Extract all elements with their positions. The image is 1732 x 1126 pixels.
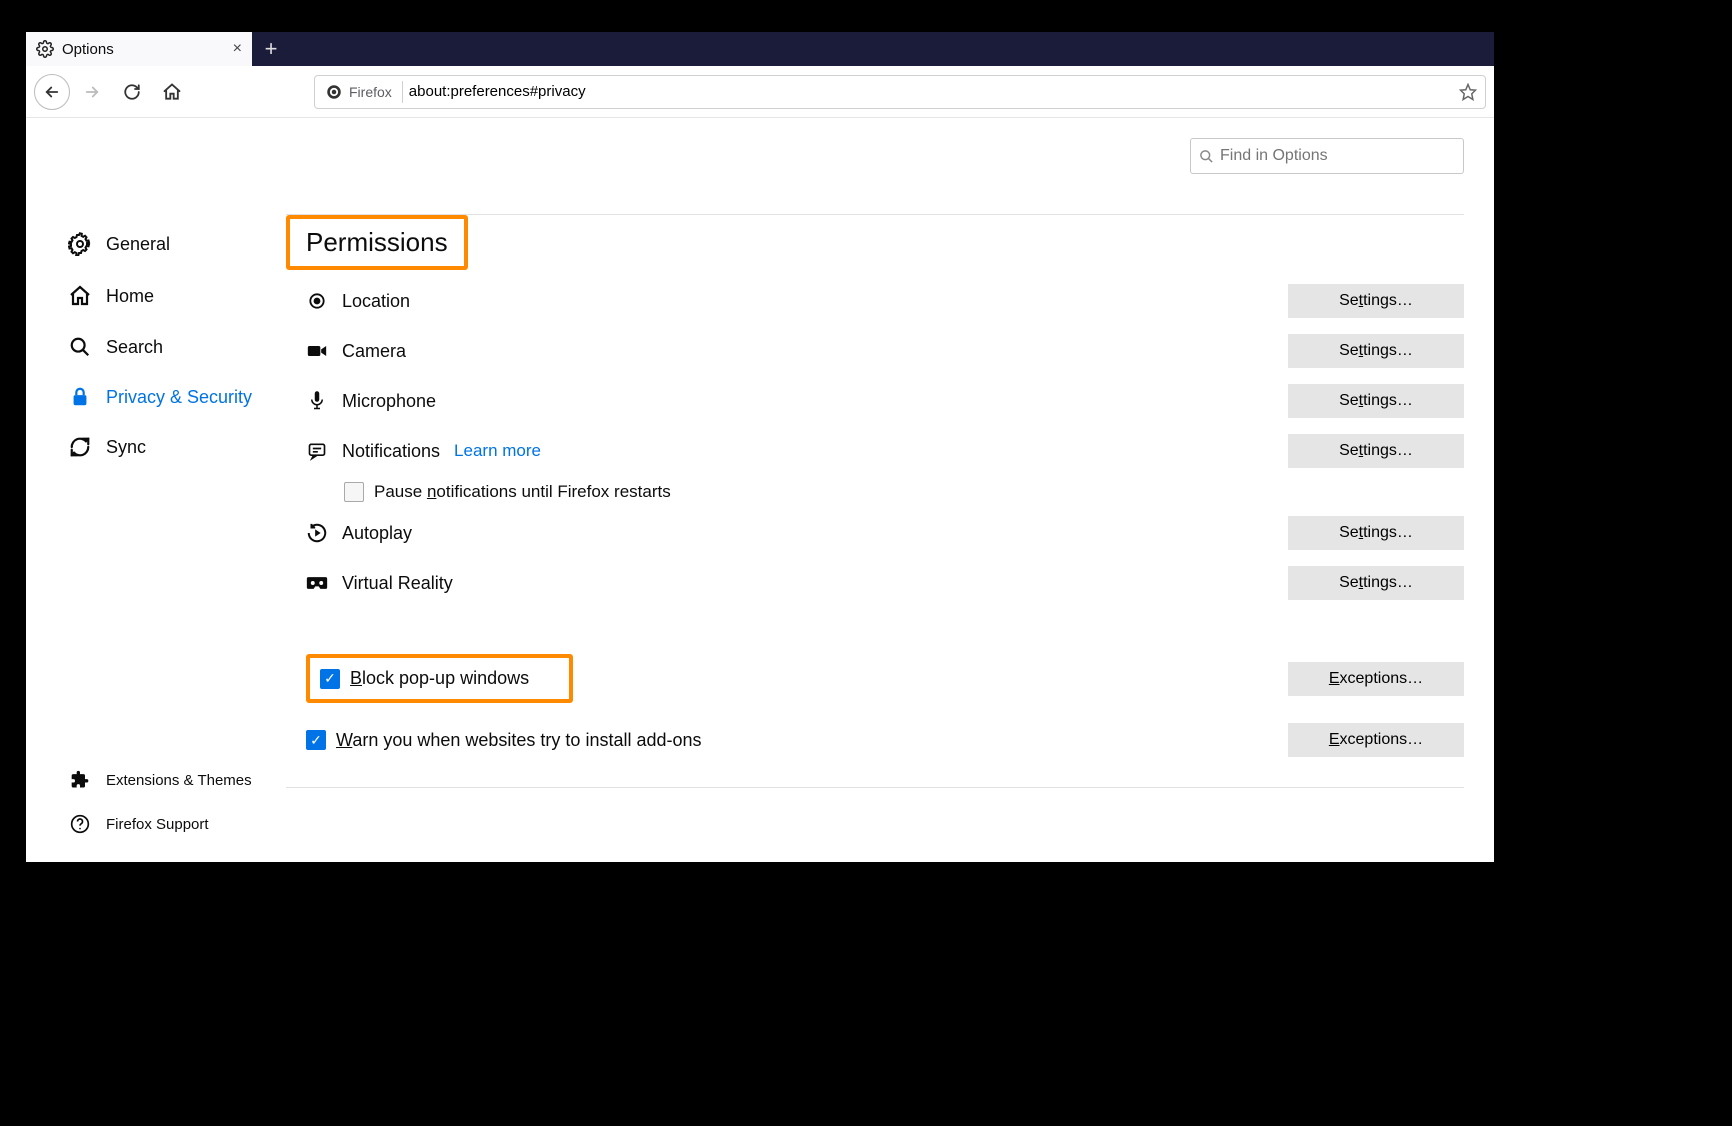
tab-options[interactable]: Options ×	[26, 32, 252, 66]
camera-icon	[306, 343, 328, 359]
category-general-label: General	[106, 234, 170, 255]
block-popups-row: ✓ Block pop-up windows Exceptions…	[286, 654, 1482, 703]
block-popups-checkbox[interactable]: ✓	[320, 669, 340, 689]
sync-icon	[68, 436, 92, 458]
notifications-icon	[306, 441, 328, 461]
gear-icon	[68, 232, 92, 256]
perm-vr-label: Virtual Reality	[342, 573, 453, 594]
identity-box[interactable]: Firefox	[323, 81, 403, 103]
category-home[interactable]: Home	[26, 270, 286, 322]
vr-settings-button[interactable]: Settings…	[1288, 566, 1464, 600]
location-settings-button[interactable]: Settings…	[1288, 284, 1464, 318]
search-icon	[1199, 149, 1214, 164]
perm-microphone-label: Microphone	[342, 391, 436, 412]
nav-toolbar: Firefox about:preferences#privacy	[26, 66, 1494, 118]
url-text: about:preferences#privacy	[409, 83, 1453, 100]
warn-addons-row: ✓ Warn you when websites try to install …	[286, 715, 1482, 757]
microphone-settings-button[interactable]: Settings…	[1288, 384, 1464, 418]
new-tab-button[interactable]: +	[252, 32, 290, 66]
category-search-label: Search	[106, 337, 163, 358]
microphone-icon	[306, 390, 328, 412]
perm-autoplay-label: Autoplay	[342, 523, 412, 544]
location-icon	[306, 291, 328, 311]
search-icon	[68, 336, 92, 358]
pause-notifications-row: Pause notifications until Firefox restar…	[286, 482, 1482, 502]
category-home-label: Home	[106, 286, 154, 307]
block-popups-highlight: ✓ Block pop-up windows	[306, 654, 573, 703]
notifications-learn-more-link[interactable]: Learn more	[454, 441, 541, 461]
vr-icon	[306, 575, 328, 591]
permissions-heading-highlight: Permissions	[286, 215, 468, 270]
category-sync-label: Sync	[106, 437, 146, 458]
perm-camera-label: Camera	[342, 341, 406, 362]
perm-row-vr: Virtual Reality Settings…	[286, 564, 1482, 602]
block-popups-label: Block pop-up windows	[350, 668, 529, 689]
perm-row-notifications: Notifications Learn more Settings…	[286, 432, 1482, 470]
camera-settings-button[interactable]: Settings…	[1288, 334, 1464, 368]
perm-row-location: Location Settings…	[286, 282, 1482, 320]
perm-location-label: Location	[342, 291, 410, 312]
perm-row-autoplay: Autoplay Settings…	[286, 514, 1482, 552]
gear-icon	[36, 40, 54, 58]
url-bar[interactable]: Firefox about:preferences#privacy	[314, 75, 1486, 109]
autoplay-icon	[306, 522, 328, 544]
search-in-options[interactable]	[1190, 138, 1464, 174]
perm-notifications-label: Notifications	[342, 441, 440, 462]
perm-row-microphone: Microphone Settings…	[286, 382, 1482, 420]
reload-button[interactable]	[114, 74, 150, 110]
firefox-logo-icon	[325, 83, 343, 101]
puzzle-icon	[68, 770, 92, 790]
question-icon	[68, 814, 92, 834]
notifications-settings-button[interactable]: Settings…	[1288, 434, 1464, 468]
back-button[interactable]	[34, 74, 70, 110]
identity-label: Firefox	[349, 84, 392, 100]
home-icon	[68, 284, 92, 308]
category-general[interactable]: General	[26, 218, 286, 270]
extensions-themes-label: Extensions & Themes	[106, 772, 252, 789]
warn-addons-checkbox[interactable]: ✓	[306, 730, 326, 750]
categories-sidebar: General Home Search	[26, 118, 286, 862]
lock-icon	[68, 386, 92, 408]
category-privacy-label: Privacy & Security	[106, 387, 252, 408]
category-sync[interactable]: Sync	[26, 422, 286, 472]
permissions-heading: Permissions	[290, 219, 464, 266]
close-icon[interactable]: ×	[233, 40, 242, 58]
firefox-support-label: Firefox Support	[106, 816, 209, 833]
category-search[interactable]: Search	[26, 322, 286, 372]
autoplay-settings-button[interactable]: Settings…	[1288, 516, 1464, 550]
tab-bar: Options × +	[26, 32, 1494, 66]
search-input[interactable]	[1220, 147, 1455, 165]
bookmark-star-icon[interactable]	[1459, 83, 1477, 101]
warn-addons-label: Warn you when websites try to install ad…	[336, 730, 702, 751]
main-pane: Permissions Location	[286, 118, 1494, 862]
perm-row-camera: Camera Settings…	[286, 332, 1482, 370]
firefox-support-link[interactable]: Firefox Support	[26, 806, 286, 842]
home-button[interactable]	[154, 74, 190, 110]
category-privacy[interactable]: Privacy & Security	[26, 372, 286, 422]
warn-addons-exceptions-button[interactable]: Exceptions…	[1288, 723, 1464, 757]
forward-button[interactable]	[74, 74, 110, 110]
tab-title: Options	[62, 41, 114, 58]
block-popups-exceptions-button[interactable]: Exceptions…	[1288, 662, 1464, 696]
pause-notifications-label: Pause notifications until Firefox restar…	[374, 482, 671, 502]
pause-notifications-checkbox[interactable]	[344, 482, 364, 502]
extensions-themes-link[interactable]: Extensions & Themes	[26, 762, 286, 798]
